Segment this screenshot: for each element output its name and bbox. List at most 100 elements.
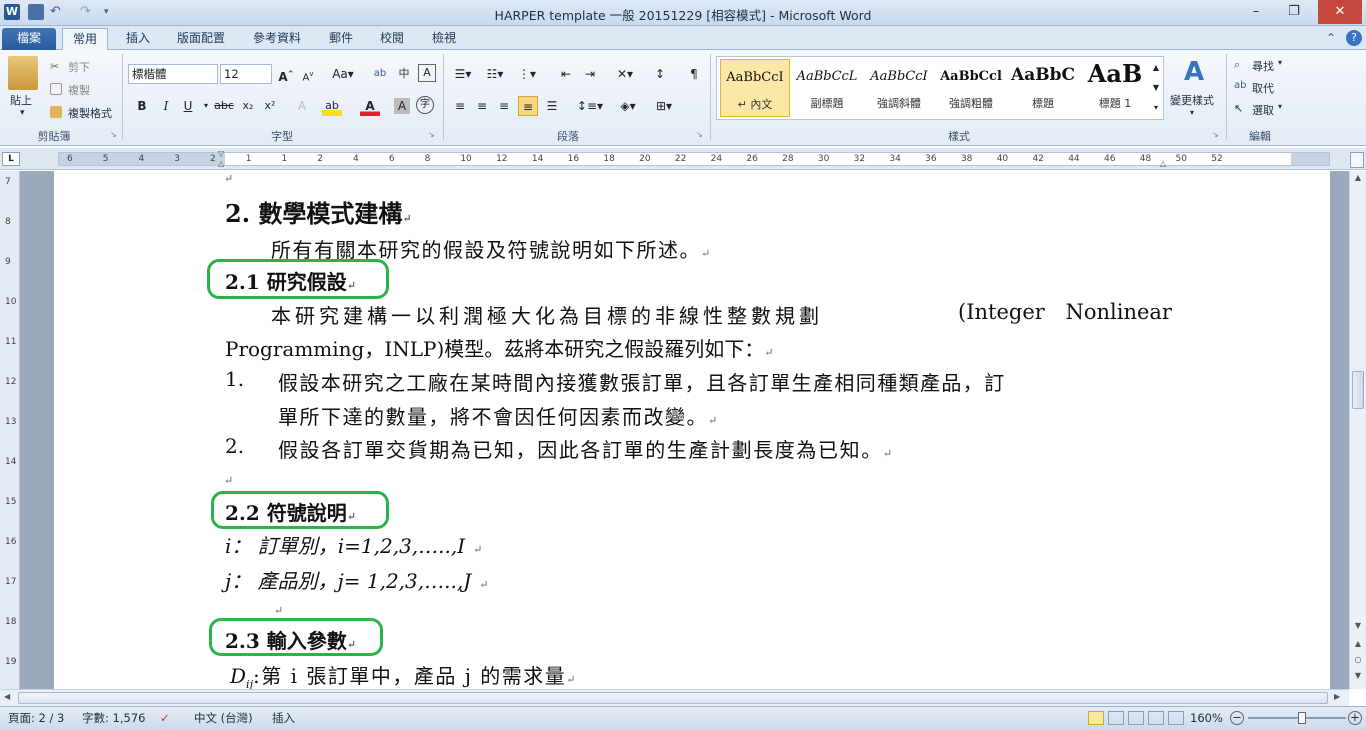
minimize-button[interactable]: – — [1240, 0, 1272, 24]
asian-layout-icon[interactable]: ✕▾ — [612, 64, 638, 84]
scroll-left-icon[interactable]: ◀ — [4, 692, 16, 704]
select-button[interactable]: 選取 — [1252, 102, 1274, 118]
proofing-icon[interactable]: ✓ — [160, 707, 170, 729]
tab-references[interactable]: 參考資料 — [246, 28, 308, 50]
styles-more-icon[interactable]: ▾ — [1150, 98, 1162, 118]
font-name-combo[interactable]: 標楷體 — [128, 64, 218, 84]
change-styles-icon[interactable]: A — [1180, 58, 1208, 86]
right-indent-marker[interactable]: △ — [1160, 160, 1170, 168]
page-indicator[interactable]: 頁面: 2 / 3 — [8, 707, 64, 729]
align-center-icon[interactable]: ≡ — [472, 96, 492, 116]
font-color-icon[interactable]: A — [360, 96, 380, 116]
scroll-right-icon[interactable]: ▶ — [1334, 692, 1346, 704]
align-right-icon[interactable]: ≡ — [494, 96, 514, 116]
highlight-icon[interactable]: ab — [322, 96, 342, 116]
tab-insert[interactable]: 插入 — [118, 28, 158, 50]
show-marks-icon[interactable]: ¶ — [684, 64, 704, 84]
first-line-indent-marker[interactable]: ▽ — [218, 150, 228, 158]
decrease-indent-icon[interactable]: ⇤ — [556, 64, 576, 84]
scrollbar-thumb[interactable] — [1352, 371, 1364, 409]
bold-icon[interactable]: B — [132, 96, 152, 116]
paste-icon[interactable] — [8, 56, 38, 90]
section-2-2-title[interactable]: 2.2 符號說明↵ — [225, 497, 356, 526]
style-subtitle[interactable]: AaBbCcL 副標題 — [792, 59, 862, 117]
zoom-slider-thumb[interactable] — [1298, 712, 1306, 724]
borders-icon[interactable]: ⊞▾ — [650, 96, 678, 116]
tab-selector-icon[interactable]: L — [2, 152, 20, 166]
style-heading-1[interactable]: AaB 標題 1 — [1080, 59, 1150, 117]
parameter-d-definition[interactable]: Dij:第 i 張訂單中，產品 j 的需求量↵ — [230, 660, 575, 691]
view-ruler-icon[interactable] — [1350, 152, 1364, 168]
change-styles-button[interactable]: 變更樣式 — [1170, 92, 1214, 108]
horizontal-scroll-thumb[interactable] — [18, 692, 1328, 704]
tab-home[interactable]: 常用 — [62, 28, 108, 50]
strikethrough-icon[interactable]: abc — [212, 96, 236, 116]
style-title[interactable]: AaBbC 標題 — [1008, 59, 1078, 117]
style-emphasis-italic[interactable]: AaBbCcI 強調斜體 — [864, 59, 934, 117]
text-effects-icon[interactable]: A — [292, 96, 312, 116]
help-icon[interactable]: ? — [1346, 30, 1362, 46]
style-normal[interactable]: AaBbCcI ↵ 內文 — [720, 59, 790, 117]
assumption-paragraph-line1[interactable]: 本研究建構一以利潤極大化為目標的非線性整數規劃 — [271, 300, 823, 329]
increase-indent-icon[interactable]: ⇥ — [580, 64, 600, 84]
tab-mailings[interactable]: 郵件 — [322, 28, 360, 50]
find-button[interactable]: 尋找 — [1252, 58, 1274, 74]
vertical-ruler[interactable]: 7 8 9 10 11 12 13 14 15 16 17 18 19 — [0, 171, 20, 689]
word-count[interactable]: 字數: 1,576 — [82, 707, 145, 729]
zoom-out-icon[interactable]: − — [1230, 711, 1244, 725]
list-item-2-line1[interactable]: 假設各訂單交貨期為已知，因此各訂單的生產計劃長度為已知。↵ — [278, 434, 894, 463]
outline-view-icon[interactable] — [1148, 711, 1164, 725]
find-dropdown-icon[interactable]: ▾ — [1278, 58, 1282, 67]
subscript-icon[interactable]: x₂ — [238, 96, 258, 116]
superscript-icon[interactable]: x² — [260, 96, 280, 116]
clear-formatting-icon[interactable]: ab — [370, 64, 390, 84]
assumption-paragraph-line1-en[interactable]: (Integer Nonlinear — [958, 300, 1172, 324]
shrink-font-icon[interactable]: Av — [298, 64, 318, 84]
ruler-track[interactable]: 6 5 4 3 2 1 1 2 4 6 8 10 12 14 16 18 20 22 24 26 28 30 32 34 36 3… — [58, 152, 1330, 166]
horizontal-scrollbar[interactable]: ◀ ▶ — [0, 689, 1349, 706]
heading-2[interactable]: 2. 數學模式建構↵ — [225, 194, 412, 229]
list-item-1-line1[interactable]: 假設本研究之工廠在某時間內接獲數張訂單，且各訂單生產相同種類產品，訂 — [278, 367, 1006, 396]
replace-button[interactable]: 取代 — [1252, 80, 1274, 96]
justify-icon[interactable]: ≡ — [518, 96, 538, 116]
character-shading-icon[interactable]: A — [394, 98, 410, 114]
clipboard-launcher-icon[interactable]: ↘ — [110, 130, 117, 139]
change-styles-dropdown-icon[interactable]: ▾ — [1190, 108, 1194, 117]
align-left-icon[interactable]: ≡ — [450, 96, 470, 116]
list-item-1-line2[interactable]: 單所下達的數量，將不會因任何因素而改變。↵ — [278, 401, 719, 430]
select-dropdown-icon[interactable]: ▾ — [1278, 102, 1282, 111]
enclose-characters-icon[interactable]: 字 — [416, 96, 434, 114]
shading-icon[interactable]: ◈▾ — [614, 96, 642, 116]
symbol-i-definition[interactable]: i： 訂單別，i=1,2,3,…..,I ↵ — [225, 530, 482, 559]
assumption-paragraph-line2[interactable]: Programming，INLP)模型。茲將本研究之假設羅列如下：↵ — [225, 333, 774, 362]
style-emphasis-bold[interactable]: AaBbCcl 強調粗體 — [936, 59, 1006, 117]
scroll-down-icon[interactable]: ▼ — [1351, 621, 1365, 633]
section-2-1-title[interactable]: 2.1 研究假設↵ — [225, 266, 356, 295]
print-layout-view-icon[interactable] — [1088, 711, 1104, 725]
tab-page-layout[interactable]: 版面配置 — [172, 28, 230, 50]
vertical-scrollbar[interactable]: ▲ ▼ ▲ ○ ▼ — [1349, 171, 1366, 689]
line-spacing-icon[interactable]: ↕≡▾ — [576, 96, 604, 116]
bullets-icon[interactable]: ☰▾ — [450, 64, 476, 84]
change-case-icon[interactable]: Aa▾ — [330, 64, 356, 84]
tab-view[interactable]: 檢視 — [425, 28, 463, 50]
scroll-up-icon[interactable]: ▲ — [1351, 173, 1365, 185]
zoom-in-icon[interactable]: + — [1348, 711, 1362, 725]
character-border-icon[interactable]: A — [418, 64, 436, 82]
hanging-indent-marker[interactable]: △ — [218, 160, 228, 168]
distributed-icon[interactable]: ☰ — [542, 96, 562, 116]
paste-button[interactable]: 貼上 — [10, 92, 32, 108]
copy-button[interactable]: 複製 — [68, 82, 90, 98]
language-indicator[interactable]: 中文 (台灣) — [194, 707, 253, 729]
previous-page-icon[interactable]: ▲ — [1351, 639, 1365, 651]
font-size-combo[interactable]: 12 — [220, 64, 272, 84]
zoom-level[interactable]: 160% — [1190, 707, 1223, 729]
section-2-3-title[interactable]: 2.3 輸入參數↵ — [225, 625, 356, 654]
grow-font-icon[interactable]: A^ — [276, 64, 296, 84]
styles-launcher-icon[interactable]: ↘ — [1212, 130, 1219, 139]
symbol-j-definition[interactable]: j： 產品別，j= 1,2,3,…..,J ↵ — [225, 565, 488, 594]
web-layout-icon[interactable] — [1128, 711, 1144, 725]
draft-view-icon[interactable] — [1168, 711, 1184, 725]
minimize-ribbon-icon[interactable]: ⌃ — [1324, 28, 1338, 50]
numbering-icon[interactable]: ☷▾ — [482, 64, 508, 84]
